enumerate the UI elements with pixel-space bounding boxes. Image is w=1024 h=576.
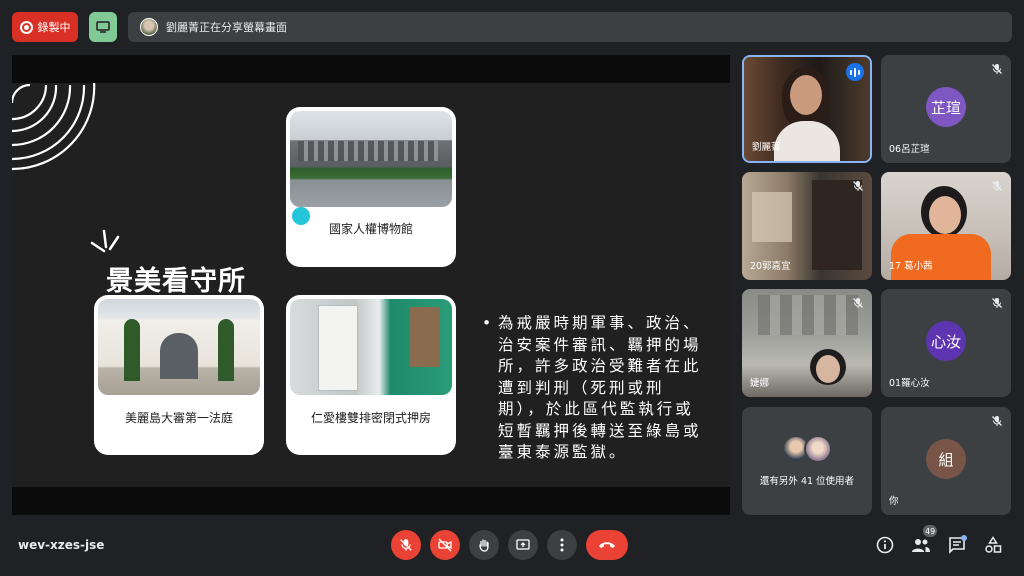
participant-name: 20郭嘉宜 (750, 261, 791, 272)
bullet-text: 為戒嚴時期軍事、政治、治安案件審訊、羈押的場所，許多政治受難者在此遭到判刑（死刑… (498, 314, 702, 461)
mic-off-icon (992, 181, 1002, 191)
mic-off-icon (992, 64, 1002, 74)
card-caption: 仁愛樓雙排密閉式押房 (310, 410, 431, 425)
raise-hand-button[interactable] (469, 530, 499, 560)
museum-photo (290, 111, 452, 207)
mic-toggle-button[interactable] (391, 530, 421, 560)
present-screen-icon (516, 539, 530, 550)
self-name: 你 (889, 496, 899, 507)
presentation-slide: 景美看守所 國家人權博物館 美麗島大審第一法庭 仁愛樓雙排密閉式押房 • 為戒嚴… (12, 83, 730, 487)
participant-tile[interactable]: 芷瑄 06呂芷瑄 (881, 55, 1011, 163)
more-participants-label: 還有另外 41 位使用者 (759, 476, 855, 487)
participant-name: 01羅心汝 (889, 378, 930, 389)
hang-up-icon (599, 542, 615, 548)
chat-button[interactable] (946, 534, 968, 556)
photo-card-museum: 國家人權博物館 (286, 107, 456, 267)
chat-notification-dot (961, 535, 967, 541)
recording-button[interactable]: 錄製中 (12, 12, 78, 42)
participant-name: 17 葛小茜 (889, 261, 933, 272)
participant-count-badge: 49 (923, 525, 938, 537)
participant-tile[interactable]: 17 葛小茜 (881, 172, 1011, 280)
participant-name: 06呂芷瑄 (889, 144, 930, 155)
mic-off-icon (992, 298, 1002, 308)
self-tile[interactable]: 組 你 (881, 407, 1011, 515)
info-icon (876, 536, 894, 554)
bullet-dot: • (482, 314, 495, 332)
card-caption: 美麗島大審第一法庭 (124, 410, 233, 425)
more-participants-tile[interactable]: 還有另外 41 位使用者 (742, 407, 872, 515)
presenting-button[interactable] (89, 12, 117, 42)
recording-label: 錄製中 (37, 21, 71, 34)
participant-tile[interactable]: 心汝 01羅心汝 (881, 289, 1011, 397)
people-button[interactable] (910, 534, 932, 556)
raise-hand-icon (479, 539, 489, 552)
participant-tile[interactable]: 劉麗菁 (742, 55, 872, 163)
participant-tile[interactable]: 20郭嘉宜 (742, 172, 872, 280)
mic-off-icon (853, 181, 863, 191)
record-icon (19, 20, 33, 34)
mic-off-icon (400, 539, 412, 551)
people-icon (912, 539, 930, 552)
presenter-avatar (140, 18, 158, 36)
card-caption: 國家人權博物館 (328, 221, 413, 236)
courtroom-photo (98, 299, 260, 395)
shared-screen: 景美看守所 國家人權博物館 美麗島大審第一法庭 仁愛樓雙排密閉式押房 • 為戒嚴… (12, 55, 730, 515)
more-vert-icon (560, 538, 564, 552)
more-options-button[interactable] (547, 530, 577, 560)
more-participants-avatars (782, 435, 838, 463)
share-status-text: 劉麗菁正在分享螢幕畫面 (166, 21, 287, 34)
meeting-code: wev-xzes-jse (18, 538, 105, 552)
self-avatar: 組 (926, 439, 966, 479)
speaking-indicator-icon (846, 63, 864, 81)
slide-bullet: • 為戒嚴時期軍事、政治、治安案件審訊、羈押的場所，許多政治受難者在此遭到判刑（… (482, 313, 704, 464)
present-screen-icon (96, 21, 110, 33)
mic-off-icon (992, 416, 1002, 426)
participant-tile[interactable]: 婕娜 (742, 289, 872, 397)
participant-avatar: 芷瑄 (926, 87, 966, 127)
participant-name: 婕娜 (750, 378, 770, 389)
photo-card-cellblock: 仁愛樓雙排密閉式押房 (286, 295, 456, 455)
activities-button[interactable] (982, 534, 1004, 556)
share-status-banner: 劉麗菁正在分享螢幕畫面 (128, 12, 1012, 42)
slide-title: 景美看守所 (106, 266, 246, 297)
leave-call-button[interactable] (586, 530, 628, 560)
mic-off-icon (853, 298, 863, 308)
sparkle-decoration (90, 229, 120, 253)
meeting-info-button[interactable] (874, 534, 896, 556)
present-now-button[interactable] (508, 530, 538, 560)
camera-off-icon (438, 538, 452, 552)
wave-decoration (12, 83, 96, 171)
participant-avatar: 心汝 (926, 321, 966, 361)
photo-card-courtroom: 美麗島大審第一法庭 (94, 295, 264, 455)
activities-icon (985, 536, 1002, 553)
cellblock-photo (290, 299, 452, 395)
participant-name: 劉麗菁 (752, 142, 781, 153)
camera-toggle-button[interactable] (430, 530, 460, 560)
